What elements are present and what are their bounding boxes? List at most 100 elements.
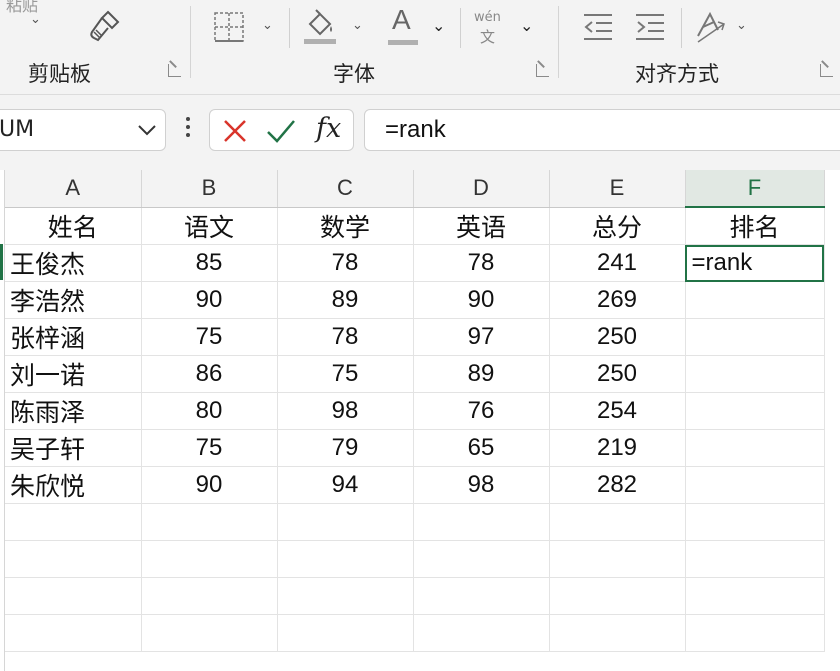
insert-function-button[interactable]: fx [316, 113, 341, 144]
cell-rank[interactable] [685, 318, 825, 356]
empty-cell[interactable] [413, 577, 550, 615]
empty-cell[interactable] [5, 614, 142, 652]
cell-name[interactable]: 陈雨泽 [5, 392, 142, 430]
empty-cell[interactable] [141, 503, 278, 541]
cell-rank[interactable] [685, 281, 825, 319]
cancel-icon[interactable] [222, 118, 248, 144]
cell-math[interactable]: 94 [277, 466, 414, 504]
clipboard-dialog-launcher-icon[interactable] [168, 64, 181, 77]
cell-name[interactable]: 吴子轩 [5, 429, 142, 467]
cell-header-chinese[interactable]: 语文 [141, 207, 278, 245]
empty-cell[interactable] [413, 614, 550, 652]
format-painter-icon[interactable] [86, 8, 122, 44]
active-cell-rank[interactable]: =rank [685, 244, 825, 282]
column-header-b[interactable]: B [141, 170, 278, 208]
empty-cell[interactable] [5, 503, 142, 541]
decrease-indent-icon[interactable] [582, 12, 614, 42]
cell-header-total[interactable]: 总分 [549, 207, 686, 245]
cell-english[interactable]: 89 [413, 355, 550, 393]
cell-header-english[interactable]: 英语 [413, 207, 550, 245]
column-header-e[interactable]: E [549, 170, 686, 208]
font-color-dropdown-chevron-icon[interactable]: ⌄ [432, 16, 445, 35]
paste-dropdown-chevron-icon[interactable]: ⌄ [30, 12, 41, 27]
cell-english[interactable]: 98 [413, 466, 550, 504]
cell-chinese[interactable]: 86 [141, 355, 278, 393]
phonetic-dropdown-chevron-icon[interactable]: ⌄ [520, 16, 533, 35]
cell-english[interactable]: 78 [413, 244, 550, 282]
cell-chinese[interactable]: 80 [141, 392, 278, 430]
alignment-dialog-launcher-icon[interactable] [820, 64, 833, 77]
empty-cell[interactable] [685, 540, 825, 578]
empty-cell[interactable] [277, 540, 414, 578]
cell-rank[interactable] [685, 466, 825, 504]
increase-indent-icon[interactable] [634, 12, 666, 42]
empty-cell[interactable] [277, 577, 414, 615]
cell-total[interactable]: 219 [549, 429, 686, 467]
empty-cell[interactable] [141, 577, 278, 615]
cell-english[interactable]: 90 [413, 281, 550, 319]
enter-check-icon[interactable] [266, 118, 296, 144]
cell-math[interactable]: 75 [277, 355, 414, 393]
text-orientation-icon[interactable] [692, 8, 728, 44]
cell-rank[interactable] [685, 429, 825, 467]
cell-chinese[interactable]: 75 [141, 429, 278, 467]
empty-cell[interactable] [549, 540, 686, 578]
cell-chinese[interactable]: 75 [141, 318, 278, 356]
empty-cell[interactable] [685, 614, 825, 652]
cell-chinese[interactable]: 90 [141, 466, 278, 504]
cell-rank[interactable] [685, 355, 825, 393]
empty-cell[interactable] [277, 503, 414, 541]
name-box-chevron-down-icon[interactable] [137, 123, 157, 137]
empty-cell[interactable] [549, 503, 686, 541]
empty-cell[interactable] [277, 614, 414, 652]
cell-name[interactable]: 刘一诺 [5, 355, 142, 393]
column-header-a[interactable]: A [5, 170, 142, 208]
cell-english[interactable]: 65 [413, 429, 550, 467]
orientation-dropdown-chevron-icon[interactable]: ⌄ [736, 18, 747, 33]
fill-color-icon[interactable] [302, 6, 338, 46]
cell-total[interactable]: 250 [549, 318, 686, 356]
cell-header-rank[interactable]: 排名 [685, 207, 825, 245]
font-color-icon[interactable]: A [388, 4, 420, 46]
cell-total[interactable]: 241 [549, 244, 686, 282]
cell-chinese[interactable]: 90 [141, 281, 278, 319]
cell-name[interactable]: 李浩然 [5, 281, 142, 319]
empty-cell[interactable] [5, 540, 142, 578]
cell-name[interactable]: 张梓涵 [5, 318, 142, 356]
cell-name[interactable]: 王俊杰 [5, 244, 142, 282]
font-dialog-launcher-icon[interactable] [536, 64, 549, 77]
cell-math[interactable]: 98 [277, 392, 414, 430]
cell-math[interactable]: 78 [277, 244, 414, 282]
cell-total[interactable]: 250 [549, 355, 686, 393]
cell-total[interactable]: 254 [549, 392, 686, 430]
empty-cell[interactable] [685, 503, 825, 541]
cell-header-math[interactable]: 数学 [277, 207, 414, 245]
empty-cell[interactable] [685, 577, 825, 615]
cell-math[interactable]: 79 [277, 429, 414, 467]
phonetic-guide-icon[interactable]: wén 文 [472, 8, 508, 48]
empty-cell[interactable] [413, 503, 550, 541]
fill-color-dropdown-chevron-icon[interactable]: ⌄ [352, 18, 363, 33]
cell-total[interactable]: 269 [549, 281, 686, 319]
empty-cell[interactable] [141, 540, 278, 578]
column-header-d[interactable]: D [413, 170, 550, 208]
empty-cell[interactable] [549, 614, 686, 652]
column-header-c[interactable]: C [277, 170, 414, 208]
more-options-icon[interactable] [186, 117, 190, 141]
empty-cell[interactable] [5, 577, 142, 615]
empty-cell[interactable] [413, 540, 550, 578]
cell-english[interactable]: 76 [413, 392, 550, 430]
name-box[interactable]: UM [0, 109, 166, 151]
borders-icon[interactable] [212, 10, 246, 44]
cell-header-name[interactable]: 姓名 [5, 207, 142, 245]
cell-english[interactable]: 97 [413, 318, 550, 356]
cell-rank[interactable] [685, 392, 825, 430]
borders-dropdown-chevron-icon[interactable]: ⌄ [262, 18, 273, 33]
empty-cell[interactable] [549, 577, 686, 615]
column-header-f[interactable]: F [685, 170, 825, 208]
cell-math[interactable]: 78 [277, 318, 414, 356]
cell-math[interactable]: 89 [277, 281, 414, 319]
cell-name[interactable]: 朱欣悦 [5, 466, 142, 504]
cell-chinese[interactable]: 85 [141, 244, 278, 282]
formula-input[interactable]: =rank [364, 109, 840, 151]
